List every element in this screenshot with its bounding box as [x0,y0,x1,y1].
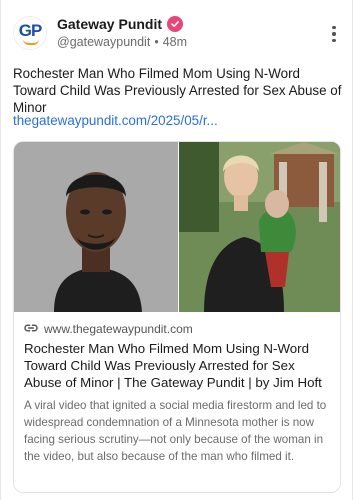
avatar-logo-smile [23,39,39,45]
card-description: A viral video that ignited a social medi… [24,399,327,463]
card-domain-row: www.thegatewaypundit.com [24,322,332,336]
meta-separator: • [154,35,159,49]
social-post: GP Gateway Pundit @gatewaypundit • 48m R… [0,0,353,500]
post-meta: @gatewaypundit • 48m [57,35,187,49]
preview-image-woman-child [179,142,340,312]
card-domain: www.thegatewaypundit.com [44,322,193,336]
avatar[interactable]: GP [13,16,47,50]
post-link[interactable]: thegatewaypundit.com/2025/05/r... [13,113,218,128]
preview-image-mugshot [14,142,178,312]
more-options-icon[interactable] [327,24,341,44]
preview-images[interactable] [14,142,340,312]
post-timestamp[interactable]: 48m [163,35,187,49]
author-name[interactable]: Gateway Pundit [57,16,162,32]
card-title[interactable]: Rochester Man Who Filmed Mom Using N-Wor… [24,340,332,391]
post-text: Rochester Man Who Filmed Mom Using N-Wor… [13,66,342,115]
link-preview-card[interactable]: www.thegatewaypundit.com Rochester Man W… [13,141,341,493]
post-header: GP Gateway Pundit @gatewaypundit • 48m [13,14,343,54]
author-line: Gateway Pundit [57,16,184,32]
verified-badge-icon [167,16,184,32]
card-body: www.thegatewaypundit.com Rochester Man W… [24,322,332,465]
avatar-logo-text: GP [18,21,43,40]
author-handle[interactable]: @gatewaypundit [57,35,150,49]
link-icon [24,322,38,336]
